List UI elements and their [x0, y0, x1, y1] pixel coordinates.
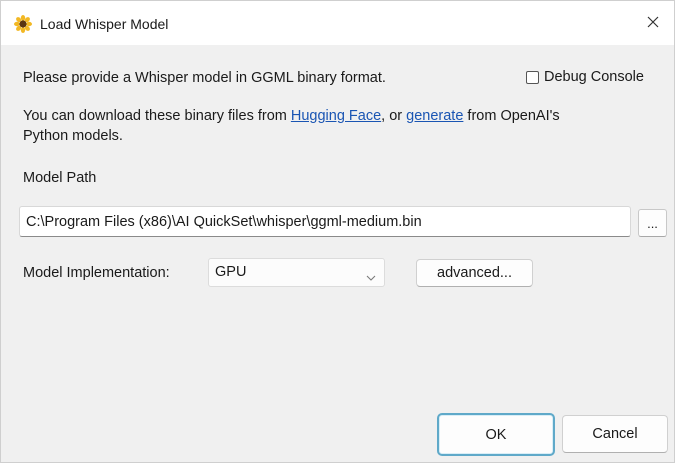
checkbox-box[interactable]: [526, 70, 539, 84]
window-title: Load Whisper Model: [40, 16, 169, 32]
download-note-suffix: from OpenAI's: [463, 108, 560, 124]
download-note-prefix: You can download these binary files from: [23, 108, 291, 124]
intro-text: Please provide a Whisper model in GGML b…: [23, 70, 386, 86]
ok-button[interactable]: OK: [437, 413, 555, 456]
title-bar: Load Whisper Model: [1, 1, 674, 45]
model-path-input[interactable]: [19, 206, 631, 237]
sunflower-icon: [14, 15, 32, 33]
cancel-button[interactable]: Cancel: [562, 415, 668, 453]
chevron-down-icon[interactable]: [366, 269, 376, 281]
model-implementation-select[interactable]: GPU: [208, 258, 385, 287]
close-button[interactable]: [638, 9, 668, 39]
advanced-button[interactable]: advanced...: [416, 259, 533, 287]
generate-link[interactable]: generate: [406, 108, 463, 124]
download-note-line2: Python models.: [23, 128, 123, 144]
model-path-label: Model Path: [23, 170, 97, 186]
browse-button[interactable]: ...: [638, 209, 667, 237]
model-implementation-label: Model Implementation:: [23, 265, 170, 281]
download-note-middle: , or: [381, 108, 407, 124]
selected-implementation[interactable]: GPU: [215, 264, 246, 280]
close-icon[interactable]: [647, 15, 659, 33]
download-note: You can download these binary files from…: [23, 106, 643, 146]
debug-console-label[interactable]: Debug Console: [544, 67, 644, 87]
debug-console-checkbox[interactable]: Debug Console: [526, 67, 644, 87]
load-whisper-model-dialog: Load Whisper Model Please provide a Whis…: [0, 0, 675, 463]
hugging-face-link[interactable]: Hugging Face: [291, 108, 381, 124]
